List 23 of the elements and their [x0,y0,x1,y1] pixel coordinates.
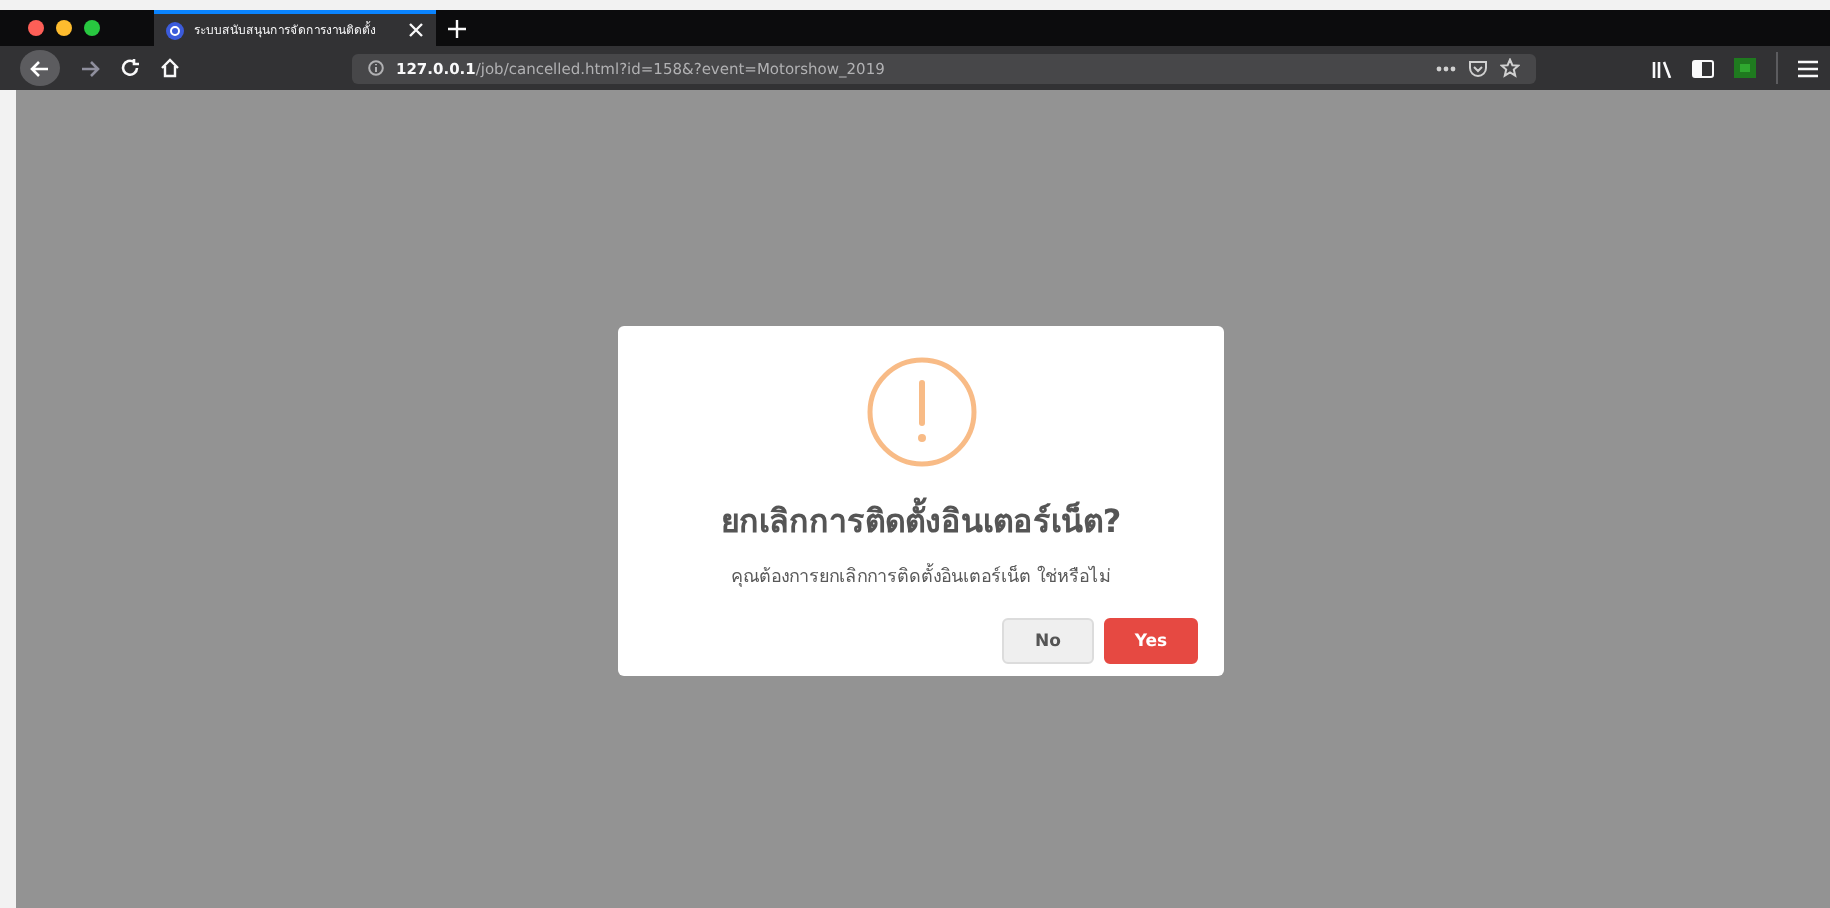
back-button[interactable] [20,50,60,86]
site-icon [166,21,184,39]
yes-button[interactable]: Yes [1104,618,1198,664]
warning-icon [865,356,977,468]
minimize-window-button[interactable] [56,20,72,36]
close-icon[interactable] [408,22,424,38]
close-window-button[interactable] [28,20,44,36]
library-icon[interactable] [1652,59,1672,77]
sidebar-icon[interactable] [1692,59,1714,77]
reload-icon[interactable] [120,58,140,78]
more-icon[interactable] [1436,65,1456,71]
back-arrow-icon [30,59,50,77]
dialog-title: ยกเลิกการติดตั้งอินเตอร์เน็ต? [720,496,1122,546]
dialog-message: คุณต้องการยกเลิกการติดตั้งอินเตอร์เน็ต ใช่หรือไม่ [731,562,1111,590]
new-tab-icon[interactable] [448,19,466,37]
maximize-window-button[interactable] [84,20,100,36]
info-icon[interactable] [368,60,384,76]
menu-icon[interactable] [1798,59,1818,77]
home-icon[interactable] [160,58,180,78]
star-icon[interactable] [1500,58,1520,78]
no-button[interactable]: No [1002,618,1094,664]
pocket-icon[interactable] [1468,59,1488,77]
forward-icon[interactable] [80,59,100,77]
